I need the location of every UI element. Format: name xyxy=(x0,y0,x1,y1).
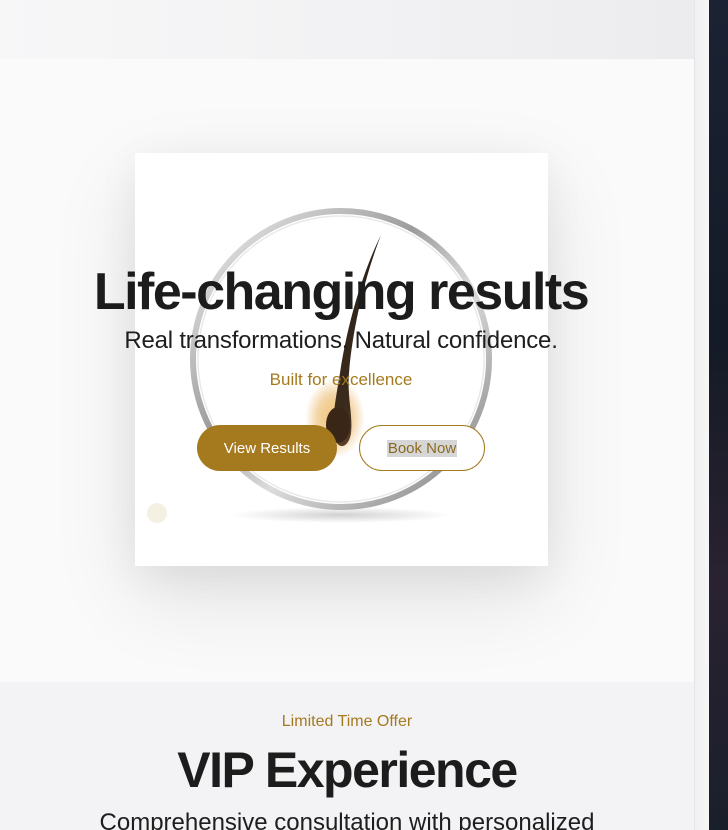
page: Life-changing results Real transformatio… xyxy=(0,0,728,830)
vip-offer-section: Limited Time Offer VIP Experience Compre… xyxy=(0,682,694,830)
book-now-label: Book Now xyxy=(386,439,458,457)
hero-copy: Life-changing results Real transformatio… xyxy=(0,262,682,392)
main-content: Life-changing results Real transformatio… xyxy=(0,0,694,830)
top-section xyxy=(0,0,694,59)
adjacent-window-edge xyxy=(709,0,728,830)
offer-eyebrow: Limited Time Offer xyxy=(281,713,413,730)
offer-description: Comprehensive consultation with personal… xyxy=(99,809,595,830)
offer-title: VIP Experience xyxy=(177,742,518,798)
view-results-button[interactable]: View Results xyxy=(197,425,337,471)
scrollbar-strip[interactable] xyxy=(694,0,709,830)
hero-buttons: View Results Book Now xyxy=(197,425,497,473)
hero-tagline: Built for excellence xyxy=(269,370,413,389)
hero-title: Life-changing results xyxy=(93,263,590,321)
hero-section: Life-changing results Real transformatio… xyxy=(0,59,694,682)
book-now-button[interactable]: Book Now xyxy=(359,425,485,471)
hero-subtitle: Real transformations. Natural confidence… xyxy=(124,327,558,354)
